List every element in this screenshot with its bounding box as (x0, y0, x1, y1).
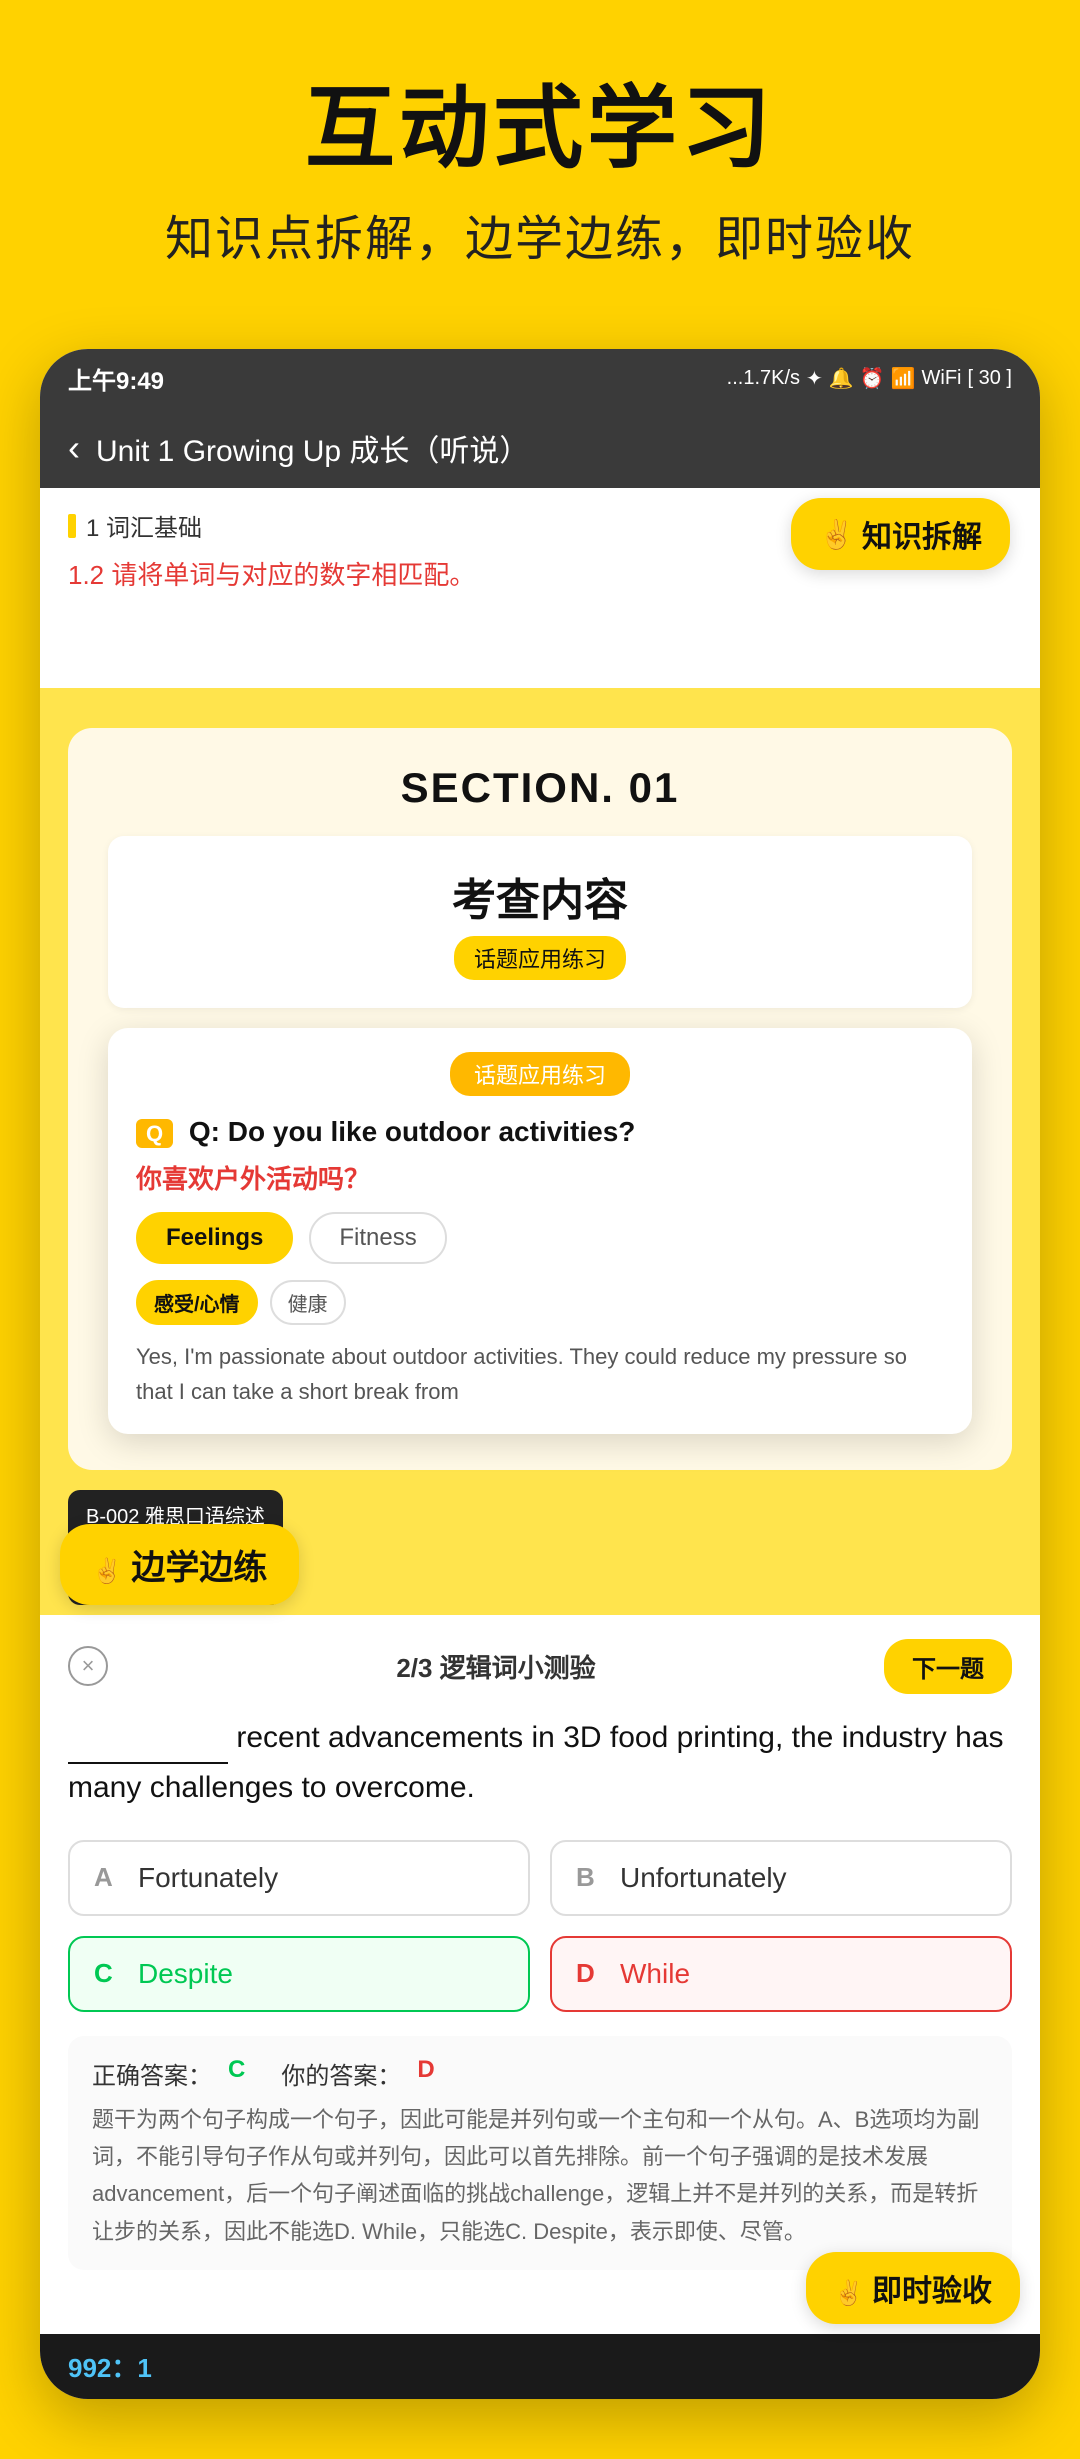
practice-answer-text: Yes, I'm passionate about outdoor activi… (136, 1339, 944, 1409)
practice-question: Q Q: Do you like outdoor activities? (136, 1112, 944, 1151)
option-b-letter: B (576, 1862, 604, 1893)
quiz-option-c[interactable]: C Despite (68, 1936, 530, 2012)
status-time: 上午9:49 (68, 361, 164, 396)
option-d-letter: D (576, 1958, 604, 1989)
lesson-area: 1 词汇基础 1.2 请将单词与对应的数字相匹配。 ✌️ 知识拆解 (40, 488, 1040, 688)
check-content-box: 考查内容 话题应用练习 (108, 836, 972, 1008)
back-button[interactable]: ‹ (68, 427, 80, 469)
option-c-letter: C (94, 1958, 122, 1989)
check-content-title: 考查内容 (136, 864, 944, 928)
quiz-header: × 2/3 逻辑词小测验 下一题 (68, 1639, 1012, 1694)
option-d-text: While (620, 1958, 690, 1990)
choice-feelings-cn[interactable]: 感受/心情 (136, 1280, 258, 1325)
bluetooth-icon: ✦ (806, 366, 823, 391)
answer-yours-value: D (417, 2056, 434, 2091)
knowledge-tag: ✌️ 知识拆解 (791, 498, 1010, 570)
deco-hand-icon: ✌️ (819, 518, 854, 551)
choice-buttons: Feelings Fitness (136, 1212, 944, 1264)
deco-icon-instant: ✌️ (834, 2280, 864, 2307)
main-title: 互动式学习 (40, 80, 1040, 179)
bell-icon: 🔔 (829, 366, 854, 391)
practice-tag-label: 话题应用练习 (450, 1052, 630, 1096)
quiz-next-btn[interactable]: 下一题 (884, 1639, 1012, 1694)
answer-yours-label: 你的答案： (281, 2056, 401, 2091)
status-bar: 上午9:49 ...1.7K/s ✦ 🔔 ⏰ 📶 WiFi [ 30 ] (40, 349, 1040, 408)
phone-frame: 上午9:49 ...1.7K/s ✦ 🔔 ⏰ 📶 WiFi [ 30 ] ‹ U… (40, 349, 1040, 2399)
deco-icon-study: ✌️ (92, 1558, 122, 1585)
instant-tag: ✌️ 即时验收 (806, 2252, 1020, 2324)
bottom-progress: 992：1 (68, 2348, 152, 2385)
quiz-option-d[interactable]: D While (550, 1936, 1012, 2012)
content-tag: 话题应用练习 (454, 936, 626, 980)
choice-fitness-cn[interactable]: 健康 (270, 1280, 346, 1325)
practice-overlay: 话题应用练习 Q Q: Do you like outdoor activiti… (108, 1028, 972, 1434)
quiz-option-a[interactable]: A Fortunately (68, 1840, 530, 1916)
section-number: SECTION. 01 (108, 764, 972, 812)
question-icon: Q (136, 1119, 173, 1148)
network-speed: ...1.7K/s (727, 367, 800, 390)
top-section: 互动式学习 知识点拆解，边学边练，即时验收 (0, 0, 1080, 309)
explanation-text: 题干为两个句子构成一个句子，因此可能是并列句或一个主句和一个从句。A、B选项均为… (92, 2101, 988, 2251)
alarm-icon: ⏰ (860, 366, 885, 391)
option-a-letter: A (94, 1862, 122, 1893)
sub-title: 知识点拆解，边学边练，即时验收 (40, 199, 1040, 269)
phone-screen-content: 1 词汇基础 1.2 请将单词与对应的数字相匹配。 ✌️ 知识拆解 ✌️ 边学边… (40, 488, 1040, 2399)
quiz-option-b[interactable]: B Unfortunately (550, 1840, 1012, 1916)
option-b-text: Unfortunately (620, 1862, 787, 1894)
answer-line: 正确答案： C 你的答案： D (92, 2056, 988, 2091)
study-tag: ✌️ 边学边练 (60, 1524, 299, 1605)
section-card: SECTION. 01 考查内容 话题应用练习 话题应用练习 Q Q: Do (68, 728, 1012, 1470)
choice-feelings-label: Feelings (166, 1224, 263, 1251)
section-label-bar (68, 514, 76, 538)
choice-fitness-label: Fitness (339, 1224, 416, 1251)
phone-wrapper: 上午9:49 ...1.7K/s ✦ 🔔 ⏰ 📶 WiFi [ 30 ] ‹ U… (0, 309, 1080, 2459)
answer-correct-label: 正确答案： (92, 2056, 212, 2091)
answer-correct-value: C (228, 2056, 245, 2091)
option-a-text: Fortunately (138, 1862, 278, 1894)
bottom-bar: 992：1 (40, 2334, 1040, 2399)
nav-bar: ‹ Unit 1 Growing Up 成长（听说） (40, 408, 1040, 488)
practice-question-cn: 你喜欢户外活动吗？ (136, 1159, 944, 1196)
study-tag-text: 边学边练 (131, 1549, 267, 1587)
close-icon: × (82, 1653, 95, 1679)
status-icons: ...1.7K/s ✦ 🔔 ⏰ 📶 WiFi [ 30 ] (727, 366, 1012, 391)
knowledge-tag-text: 知识拆解 (862, 512, 982, 556)
quiz-sentence: recent advancements in 3D food printing,… (68, 1714, 1012, 1812)
quiz-section: × 2/3 逻辑词小测验 下一题 recent advancements in … (40, 1615, 1040, 2295)
battery-icon: [ 30 ] (968, 367, 1013, 390)
practice-question-en: Q: Do you like outdoor activities? (189, 1116, 636, 1147)
signal-icon: 📶 (891, 366, 916, 391)
choice-feelings[interactable]: Feelings (136, 1212, 293, 1264)
choice-cn-row: 感受/心情 健康 (136, 1280, 944, 1325)
section-area: ✌️ 边学边练 SECTION. 01 考查内容 话题应用练习 话题应用练习 (40, 688, 1040, 1615)
answer-explanation: 正确答案： C 你的答案： D 题干为两个句子构成一个句子，因此可能是并列句或一… (68, 2036, 1012, 2271)
practice-tag: 话题应用练习 (136, 1052, 944, 1096)
quiz-blank (68, 1714, 228, 1764)
choice-fitness[interactable]: Fitness (309, 1212, 446, 1264)
wifi-icon: WiFi (922, 367, 962, 390)
quiz-options: A Fortunately B Unfortunately C Despite (68, 1840, 1012, 2012)
option-c-text: Despite (138, 1958, 233, 1990)
section-label-text: 1 词汇基础 (86, 508, 202, 543)
quiz-progress: 2/3 逻辑词小测验 (396, 1648, 595, 1685)
instant-tag-text: 即时验收 (872, 2275, 992, 2308)
nav-title: Unit 1 Growing Up 成长（听说） (96, 426, 529, 470)
quiz-close-btn[interactable]: × (68, 1646, 108, 1686)
